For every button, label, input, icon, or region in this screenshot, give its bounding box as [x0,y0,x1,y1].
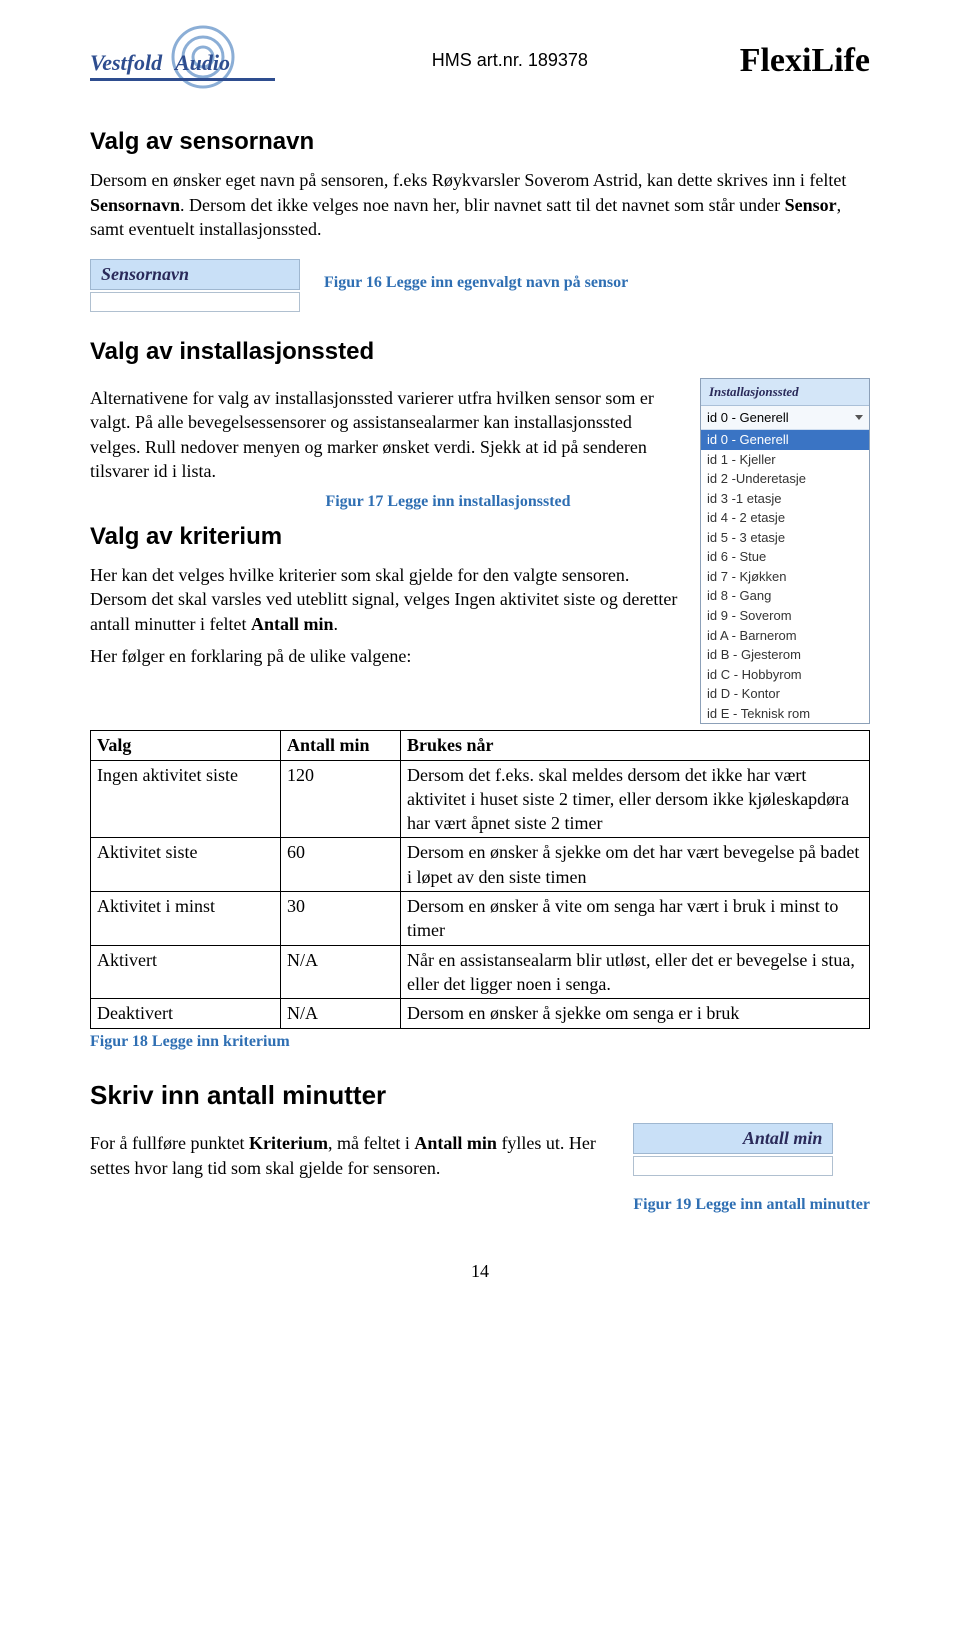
cell-valg: Aktivitet siste [91,838,281,892]
dropdown-option[interactable]: id B - Gjesterom [701,645,869,665]
dropdown-option[interactable]: id 7 - Kjøkken [701,567,869,587]
text: For å fullføre punktet [90,1133,249,1153]
hms-artnr: HMS art.nr. 189378 [280,48,740,72]
dropdown-option[interactable]: id 4 - 2 etasje [701,508,869,528]
cell-desc: Dersom en ønsker å vite om senga har vær… [401,892,870,946]
dropdown-option[interactable]: id 8 - Gang [701,586,869,606]
cell-valg: Ingen aktivitet siste [91,760,281,838]
cell-desc: Når en assistansealarm blir utløst, elle… [401,945,870,999]
dropdown-option[interactable]: id 0 - Generell [701,430,869,450]
cell-desc: Dersom en ønsker å sjekke om det har vær… [401,838,870,892]
dropdown-option[interactable]: id 2 -Underetasje [701,469,869,489]
th-valg: Valg [91,731,281,760]
para-kriterium: Her kan det velges hvilke kriterier som … [90,563,686,636]
logo-underline [90,78,275,81]
dropdown-option[interactable]: id A - Barnerom [701,626,869,646]
heading-valg-installasjonssted: Valg av installasjonssted [90,336,870,368]
para-install: Alternativene for valg av installasjonss… [90,386,686,483]
sensornavn-widget: Sensornavn [90,259,300,311]
table-row: Ingen aktivitet siste 120 Dersom det f.e… [91,760,870,838]
product-brand: FlexiLife [740,38,870,84]
text: Her kan det velges hvilke kriterier som … [90,565,677,634]
th-brukes-naar: Brukes når [401,731,870,760]
antall-min-widget: Antall min [633,1123,833,1175]
table-row: Deaktivert N/A Dersom en ønsker å sjekke… [91,999,870,1028]
th-antall-min: Antall min [281,731,401,760]
cell-desc: Dersom det f.eks. skal meldes dersom det… [401,760,870,838]
bold-kriterium: Kriterium [249,1133,328,1153]
text: Dersom en ønsker eget navn på sensoren, … [90,170,846,190]
text: . [333,614,338,634]
antall-text: For å fullføre punktet Kriterium, må fel… [90,1123,613,1188]
table-row: Aktivert N/A Når en assistansealarm blir… [91,945,870,999]
cell-valg: Aktivitet i minst [91,892,281,946]
figure16-row: Sensornavn Figur 16 Legge inn egenvalgt … [90,253,870,311]
fig18-caption: Figur 18 Legge inn kriterium [90,1031,870,1053]
page-header: Vestfold Audio HMS art.nr. 189378 FlexiL… [90,28,870,98]
heading-valg-kriterium: Valg av kriterium [90,521,686,553]
dropdown-option[interactable]: id 6 - Stue [701,547,869,567]
sensornavn-label: Sensornavn [90,259,300,289]
cell-valg: Deaktivert [91,999,281,1028]
cell-valg: Aktivert [91,945,281,999]
chevron-down-icon [855,415,863,420]
bold-sensornavn: Sensornavn [90,195,180,215]
dropdown-option[interactable]: id 5 - 3 etasje [701,528,869,548]
dropdown-option[interactable]: id D - Kontor [701,684,869,704]
dropdown-option[interactable]: id 3 -1 etasje [701,489,869,509]
dropdown-option[interactable]: id E - Teknisk rom [701,704,869,724]
page-number: 14 [90,1259,870,1283]
section-install-body: Alternativene for valg av installasjonss… [90,378,870,724]
cell-desc: Dersom en ønsker å sjekke om senga er i … [401,999,870,1028]
dropdown-title: Installasjonssted [701,379,869,406]
table-header-row: Valg Antall min Brukes når [91,731,870,760]
antall-row: For å fullføre punktet Kriterium, må fel… [90,1123,870,1223]
kriterium-table: Valg Antall min Brukes når Ingen aktivit… [90,730,870,1028]
dropdown-selected-text: id 0 - Generell [707,409,789,427]
table-row: Aktivitet siste 60 Dersom en ønsker å sj… [91,838,870,892]
para-antall: For å fullføre punktet Kriterium, må fel… [90,1131,613,1180]
antall-min-input[interactable] [633,1156,833,1176]
page: Vestfold Audio HMS art.nr. 189378 FlexiL… [0,0,960,1639]
cell-antall: 120 [281,760,401,838]
cell-antall: 60 [281,838,401,892]
text: . Dersom det ikke velges noe navn her, b… [180,195,785,215]
para-kriterium-2: Her følger en forklaring på de ulike val… [90,644,686,668]
bold-antall-min: Antall min [251,614,334,634]
fig16-caption: Figur 16 Legge inn egenvalgt navn på sen… [324,272,628,294]
cell-antall: 30 [281,892,401,946]
cell-antall: N/A [281,945,401,999]
para-sensornavn: Dersom en ønsker eget navn på sensoren, … [90,168,870,241]
cell-antall: N/A [281,999,401,1028]
bold-sensor: Sensor [785,195,837,215]
fig17-caption: Figur 17 Legge inn installasjonssted [210,491,686,513]
antall-min-label: Antall min [633,1123,833,1153]
dropdown-option[interactable]: id 1 - Kjeller [701,450,869,470]
fig19-caption: Figur 19 Legge inn antall minutter [633,1194,870,1216]
install-left: Alternativene for valg av installasjonss… [90,378,686,676]
logo-word2: Audio [175,48,230,78]
sensornavn-input[interactable] [90,292,300,312]
dropdown-option[interactable]: id C - Hobbyrom [701,665,869,685]
antall-right: Antall min Figur 19 Legge inn antall min… [633,1123,870,1223]
logo-word1: Vestfold [90,48,162,78]
heading-valg-sensornavn: Valg av sensornavn [90,126,870,158]
heading-skriv-antall: Skriv inn antall minutter [90,1078,870,1113]
dropdown-option[interactable]: id 9 - Soverom [701,606,869,626]
dropdown-selected[interactable]: id 0 - Generell [701,406,869,431]
table-row: Aktivitet i minst 30 Dersom en ønsker å … [91,892,870,946]
installasjonssted-dropdown[interactable]: Installasjonssted id 0 - Generell id 0 -… [700,378,870,724]
bold-antall-min2: Antall min [414,1133,497,1153]
logo: Vestfold Audio [90,28,280,98]
text: , må feltet i [328,1133,414,1153]
